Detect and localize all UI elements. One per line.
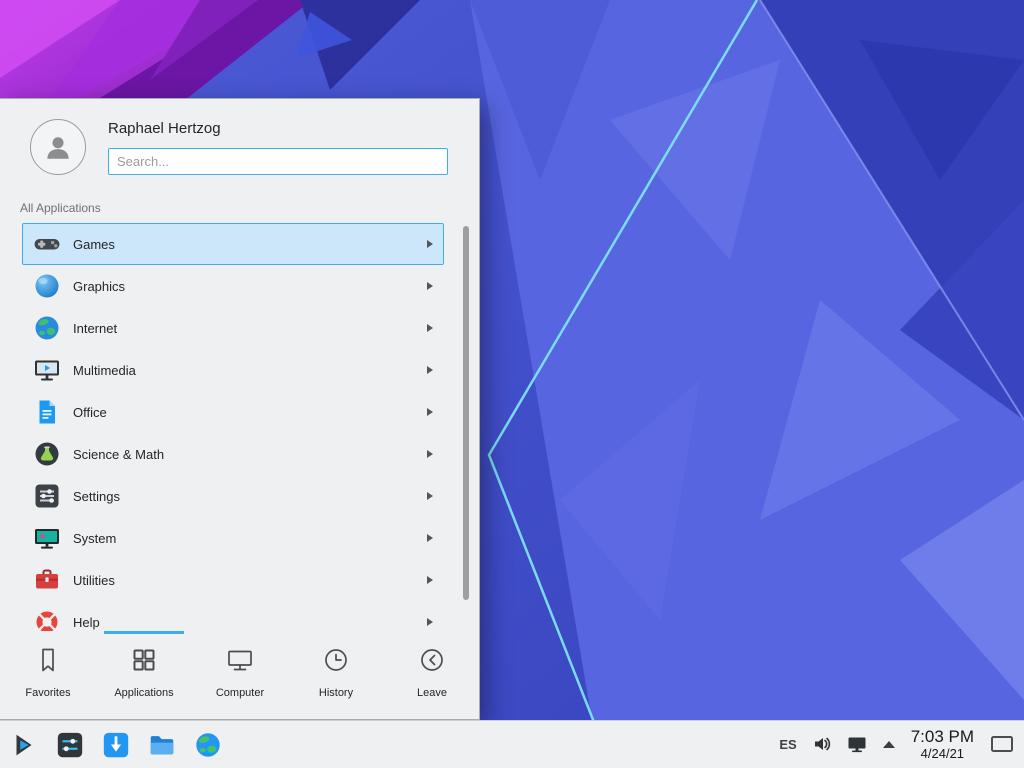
dark-settings-tile-icon[interactable] <box>54 729 86 761</box>
tab-label: History <box>319 687 353 699</box>
flask-icon <box>33 440 61 468</box>
list-scrollbar[interactable] <box>463 226 469 600</box>
clock-time: 7:03 PM <box>911 727 974 747</box>
wired-network-icon[interactable] <box>847 735 867 753</box>
computer-icon <box>226 646 254 674</box>
category-label: Science & Math <box>73 447 164 462</box>
folder-icon[interactable] <box>146 729 178 761</box>
taskbar: ES 7:03 PM 4/24/21 <box>0 720 1024 768</box>
paint-sphere-icon <box>33 272 61 300</box>
category-label: Multimedia <box>73 363 136 378</box>
submenu-arrow-icon <box>427 324 433 332</box>
submenu-arrow-icon <box>427 366 433 374</box>
person-icon <box>41 130 75 164</box>
user-avatar[interactable] <box>30 119 86 175</box>
gamepad-icon <box>33 230 61 258</box>
category-item-utilities[interactable]: Utilities <box>22 559 444 601</box>
tab-label: Computer <box>216 687 264 699</box>
monitor-play-icon <box>33 356 61 384</box>
submenu-arrow-icon <box>427 282 433 290</box>
clock[interactable]: 7:03 PM 4/24/21 <box>911 727 974 761</box>
system-tray: ES 7:03 PM 4/24/21 <box>779 727 1016 761</box>
category-item-graphics[interactable]: Graphics <box>22 265 444 307</box>
category-item-multimedia[interactable]: Multimedia <box>22 349 444 391</box>
sliders-icon <box>33 482 61 510</box>
expand-caret-icon[interactable] <box>883 741 895 748</box>
blue-download-tile-icon[interactable] <box>100 729 132 761</box>
tab-history[interactable]: History <box>288 631 384 721</box>
submenu-arrow-icon <box>427 408 433 416</box>
clock-icon <box>322 646 350 674</box>
show-desktop-icon[interactable] <box>990 734 1014 754</box>
category-item-office[interactable]: Office <box>22 391 444 433</box>
category-label: Settings <box>73 489 120 504</box>
user-name: Raphael Hertzog <box>108 120 221 137</box>
tab-label: Favorites <box>25 687 70 699</box>
search-input[interactable] <box>108 148 448 175</box>
tab-label: Applications <box>114 687 173 699</box>
submenu-arrow-icon <box>427 240 433 248</box>
category-label: System <box>73 531 116 546</box>
category-item-internet[interactable]: Internet <box>22 307 444 349</box>
submenu-arrow-icon <box>427 534 433 542</box>
tab-computer[interactable]: Computer <box>192 631 288 721</box>
app-grid-icon <box>130 646 158 674</box>
category-list: Games Graphics Internet Multimedia <box>0 223 480 631</box>
document-icon <box>33 398 61 426</box>
category-item-games[interactable]: Games <box>22 223 444 265</box>
submenu-arrow-icon <box>427 576 433 584</box>
category-label: Games <box>73 237 115 252</box>
launcher-tab-bar: Favorites Applications Computer History … <box>0 631 480 721</box>
web-globe-icon[interactable] <box>192 729 224 761</box>
category-label: Office <box>73 405 107 420</box>
toolbox-icon <box>33 566 61 594</box>
category-label: Help <box>73 615 100 630</box>
tab-favorites[interactable]: Favorites <box>0 631 96 721</box>
submenu-arrow-icon <box>427 450 433 458</box>
tab-leave[interactable]: Leave <box>384 631 480 721</box>
clock-date: 4/24/21 <box>911 747 974 762</box>
category-label: Graphics <box>73 279 125 294</box>
bookmark-icon <box>34 646 62 674</box>
leave-icon <box>418 646 446 674</box>
section-label: All Applications <box>20 201 101 215</box>
taskbar-launchers <box>8 729 224 761</box>
tab-label: Leave <box>417 687 447 699</box>
keyboard-layout-indicator[interactable]: ES <box>779 737 796 752</box>
lifebuoy-icon <box>33 608 61 631</box>
system-monitor-icon <box>33 524 61 552</box>
category-label: Internet <box>73 321 117 336</box>
volume-icon[interactable] <box>813 735 831 753</box>
globe-icon <box>33 314 61 342</box>
category-item-system[interactable]: System <box>22 517 444 559</box>
tab-applications[interactable]: Applications <box>96 631 192 721</box>
category-label: Utilities <box>73 573 115 588</box>
submenu-arrow-icon <box>427 492 433 500</box>
category-item-settings[interactable]: Settings <box>22 475 444 517</box>
category-item-science-math[interactable]: Science & Math <box>22 433 444 475</box>
category-item-help[interactable]: Help <box>22 601 444 631</box>
application-launcher-panel: Raphael Hertzog All Applications Games G… <box>0 98 480 720</box>
submenu-arrow-icon <box>427 618 433 626</box>
app-menu-icon[interactable] <box>8 729 40 761</box>
